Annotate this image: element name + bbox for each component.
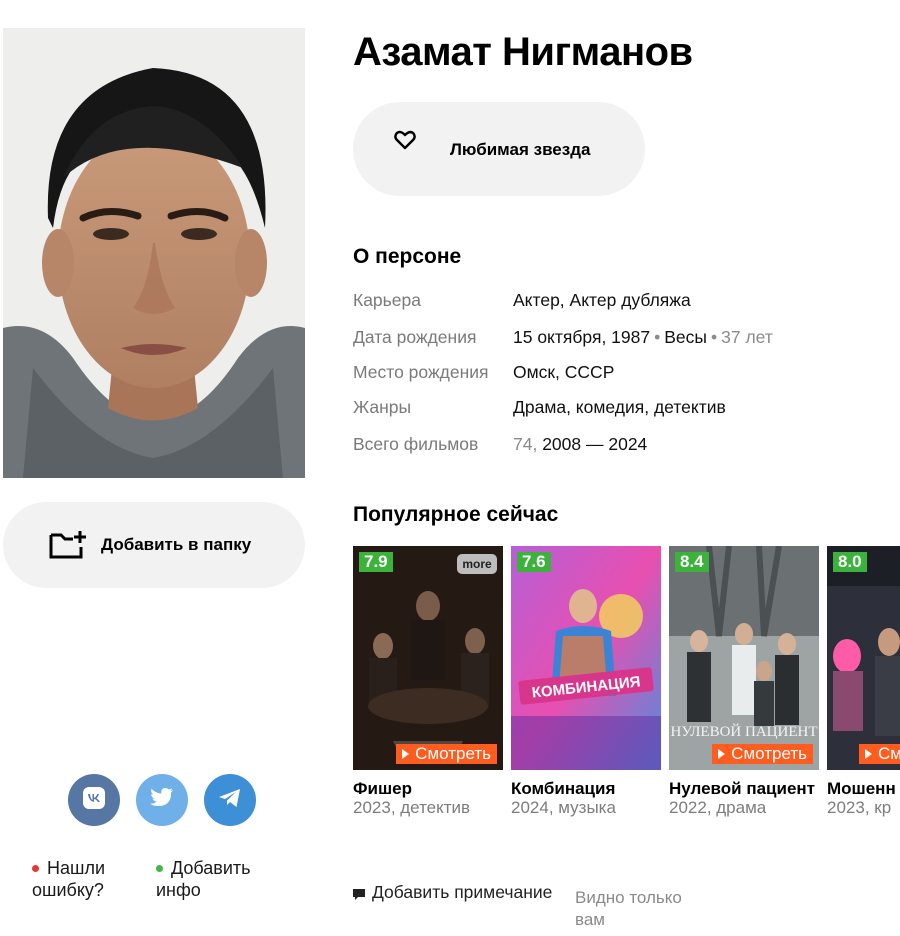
red-dot-icon (32, 864, 39, 872)
about-section-title: О персоне (353, 245, 462, 268)
social-share-bar (68, 774, 256, 826)
film-poster[interactable]: 7.9 more Смотреть (353, 546, 503, 770)
zodiac-value[interactable]: Весы (664, 327, 707, 347)
watch-label: Смотреть (731, 744, 807, 763)
add-folder-icon (49, 530, 91, 560)
telegram-share-button[interactable] (204, 774, 256, 826)
film-meta: 2023, кр (827, 798, 892, 817)
play-icon (718, 748, 726, 759)
separator-dot: • (710, 327, 718, 347)
watch-button[interactable]: Смотреть (712, 744, 813, 764)
film-poster[interactable]: 8.0 Смотреть (827, 546, 900, 770)
twitter-icon (150, 787, 174, 814)
film-title[interactable]: Нулевой пациент (669, 780, 819, 798)
favorite-star-label: Любимая звезда (450, 140, 591, 159)
info-key: Жанры (353, 397, 412, 417)
film-card[interactable]: НУЛЕВОЙ ПАЦИЕНТ 8.4 Смотреть Нулевой пац… (669, 546, 819, 818)
add-info-link[interactable]: Добавить инфо (156, 857, 276, 901)
twitter-share-button[interactable] (136, 774, 188, 826)
green-dot-icon (156, 864, 163, 872)
film-card[interactable]: 7.9 more Смотреть Фишер 2023, детектив (353, 546, 503, 818)
separator-dot: • (654, 327, 661, 347)
report-error-label: Нашли ошибку? (32, 858, 106, 900)
watch-label: Смотреть (878, 744, 900, 763)
film-card[interactable]: 8.0 Смотреть Мошенн 2023, кр (827, 546, 900, 818)
film-card[interactable]: КОМБИНАЦИЯ 7.6 Комбинация 2024, музыка (511, 546, 661, 818)
watch-label: Смотреть (415, 744, 491, 763)
info-value: 15 октября, 1987 • Весы • 37 лет (513, 327, 773, 348)
add-note-link[interactable]: Добавить примечание (353, 882, 552, 903)
watch-button[interactable]: Смотреть (859, 744, 900, 764)
telegram-icon (218, 787, 242, 814)
info-key: Дата рождения (353, 327, 477, 347)
person-name: Азамат Нигманов (353, 30, 693, 74)
age-value: 37 лет (721, 327, 773, 347)
rating-badge: 7.6 (517, 552, 551, 572)
add-info-label: Добавить инфо (156, 858, 251, 900)
heart-icon (394, 130, 416, 150)
film-meta: 2023, детектив (353, 798, 471, 817)
rating-badge: 8.0 (833, 552, 867, 572)
films-count[interactable]: 74, (513, 434, 537, 454)
film-meta: 2022, драма (669, 798, 767, 817)
play-icon (865, 748, 872, 759)
person-photo (3, 28, 305, 478)
film-title[interactable]: Мошенн (827, 780, 900, 798)
vk-icon (82, 786, 106, 815)
films-years: 2008 — 2024 (542, 434, 648, 454)
film-meta: 2024, музыка (511, 798, 616, 817)
add-to-folder-button[interactable]: Добавить в папку (3, 502, 305, 588)
info-value[interactable]: Омск, СССР (513, 362, 614, 383)
comment-icon (353, 885, 365, 901)
poster-title: НУЛЕВОЙ ПАЦИЕНТ (670, 723, 817, 740)
add-note-label: Добавить примечание (372, 882, 553, 902)
report-error-link[interactable]: Нашли ошибку? (32, 857, 142, 901)
popular-section-title: Популярное сейчас (353, 503, 559, 526)
more-logo-badge: more (457, 554, 497, 574)
favorite-star-button[interactable]: Любимая звезда (353, 102, 645, 196)
popular-films-carousel: 7.9 more Смотреть Фишер 2023, детектив К… (353, 546, 900, 846)
info-value[interactable]: Драма, комедия, детектив (513, 397, 726, 418)
rating-badge: 8.4 (675, 552, 709, 572)
info-key: Карьера (353, 290, 421, 310)
birthdate-value[interactable]: 15 октября, 1987 (513, 327, 650, 347)
film-poster[interactable]: НУЛЕВОЙ ПАЦИЕНТ 8.4 Смотреть (669, 546, 819, 770)
play-icon (402, 748, 410, 759)
watch-button[interactable]: Смотреть (396, 744, 497, 764)
info-value: 74, 2008 — 2024 (513, 434, 647, 455)
info-key: Место рождения (353, 362, 489, 382)
info-value[interactable]: Актер, Актер дубляжа (513, 290, 691, 311)
rating-badge: 7.9 (359, 552, 393, 572)
film-title[interactable]: Комбинация (511, 780, 661, 798)
film-title[interactable]: Фишер (353, 780, 503, 798)
film-poster[interactable]: КОМБИНАЦИЯ 7.6 (511, 546, 661, 770)
add-to-folder-label: Добавить в папку (101, 535, 252, 554)
vk-share-button[interactable] (68, 774, 120, 826)
note-visibility-text: Видно только вам (575, 888, 682, 929)
info-key: Всего фильмов (353, 434, 479, 454)
